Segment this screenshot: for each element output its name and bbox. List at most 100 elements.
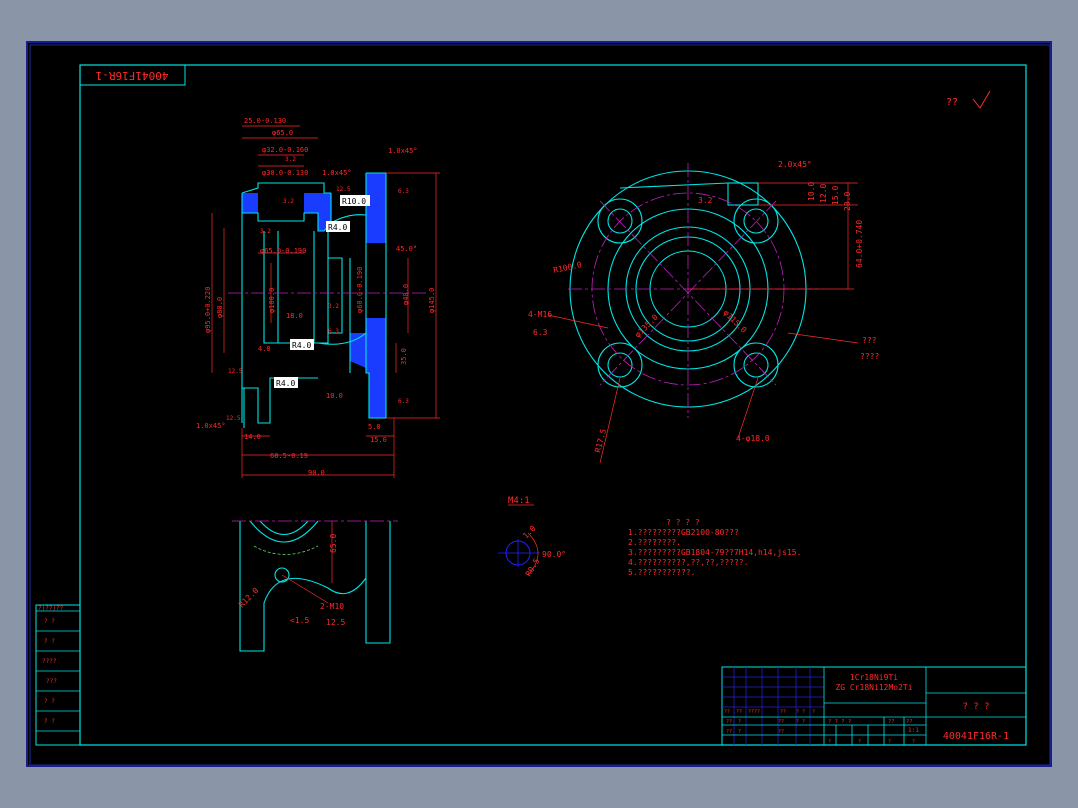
- top-edge: [619, 182, 729, 189]
- leader-note: [787, 332, 859, 344]
- dim-d16: R4.0: [276, 379, 295, 388]
- dim-d18: φ40.0: [402, 284, 410, 305]
- general-roughness-mark: ??: [946, 97, 958, 108]
- left-table-header: ?(??)??: [38, 605, 64, 612]
- bottom-view-arch: [249, 520, 319, 543]
- dim-d32: 15.0: [831, 186, 840, 205]
- leader-r175: [599, 377, 621, 464]
- bottom-view-left: [239, 521, 265, 652]
- dim-d30: 10.0: [807, 182, 816, 201]
- dim-d25: 10.0: [326, 392, 343, 400]
- material-1: 1Cr18Ni9Ti: [850, 673, 898, 682]
- bore-outline: [328, 257, 343, 334]
- bolt-hole-tr: [743, 208, 769, 234]
- roughness-r9: 6.3: [398, 398, 409, 405]
- body-left-outline: [241, 213, 318, 424]
- dim-d23: 68.5-0.19: [270, 452, 308, 460]
- roughness-r8: 6.3: [328, 328, 339, 335]
- drawing-sheet: 40041F16R-1 ?? 25.0-0.130 φ65.0 φ32.0-0.…: [26, 41, 1052, 767]
- dim-d17: φ60.0-0.190: [356, 267, 364, 313]
- note-5: 5.???????????.: [628, 568, 695, 577]
- dim-d1: 25.0-0.130: [244, 117, 286, 125]
- dim-d31: 12.0: [819, 184, 828, 203]
- sheet-row-0: ?: [828, 739, 831, 745]
- rotated-drawing-number: 40041F16R-1: [96, 69, 169, 82]
- notes-heading: ? ? ? ?: [666, 518, 700, 527]
- dim-d46: <1.5: [290, 616, 309, 625]
- outer-border: [29, 44, 1051, 766]
- roughness-r11: 6.3: [533, 328, 548, 337]
- bottom-view-arc-green: [253, 545, 319, 555]
- roughness-r4: 6.3: [398, 188, 409, 195]
- dim-d42: ????: [860, 352, 879, 361]
- dim-d49: 1.0: [521, 524, 538, 541]
- left-table-row-1: ? ?: [44, 638, 55, 645]
- sheet-row-1: ?: [858, 739, 861, 745]
- cad-drawing-canvas: 40041F16R-1 ?? 25.0-0.130 φ65.0 φ32.0-0.…: [29, 44, 1051, 766]
- dim-d10: φ95.0+0.220: [204, 287, 212, 333]
- scale-value: 1:1: [908, 727, 919, 734]
- dim-d13: 18.0: [286, 312, 303, 320]
- dim-d40: 4-φ18.0: [736, 434, 770, 443]
- technical-notes: ? ? ? ? 1.?????????GB2100-80??? 2.??????…: [628, 518, 801, 577]
- title-row2-1: ?: [738, 719, 741, 725]
- detail-view: M4:1 90.0° 1.0 R0.5: [498, 496, 566, 578]
- title-row2-2: ??: [778, 719, 784, 725]
- dim-d39: R17.5: [593, 428, 608, 454]
- left-table-row-5: ? ?: [44, 718, 55, 725]
- dim-d24: 90.0: [308, 469, 325, 477]
- dim-d27: 15.0: [370, 436, 387, 444]
- dim-d2: φ65.0: [272, 129, 293, 137]
- sheet-row-3: ?: [912, 739, 915, 745]
- roughness-r5: 3.2: [260, 228, 271, 235]
- title-row2-3: ? ?: [796, 719, 805, 725]
- title-row1-2: ????: [748, 709, 760, 715]
- dim-d41: ???: [862, 336, 877, 345]
- bottom-view: 65.0 R12.0 2-M10 <1.5 12.5: [232, 520, 398, 652]
- left-table-row-3: ???: [46, 678, 57, 685]
- dim-d12: φ100.0: [268, 288, 276, 313]
- roughness-r3: 3.2: [283, 198, 294, 205]
- dim-d7: R10.0: [342, 197, 366, 206]
- dim-d34: 64.0+0.740: [855, 220, 864, 268]
- dim-d26: 5.0: [368, 423, 381, 431]
- leader-m16: [547, 314, 609, 329]
- mass-label: ??: [888, 719, 895, 725]
- roughness-check-symbol: [972, 90, 991, 109]
- dim-d6: 1.0x45°: [388, 147, 418, 155]
- dim-d14: 4.0: [258, 345, 271, 353]
- title-row1-1: ??: [736, 709, 742, 715]
- title-row3-0: ??: [726, 729, 732, 735]
- left-table-row-4: ? ?: [44, 698, 55, 705]
- leader-holes: [737, 377, 759, 439]
- roughness-r10: 12.5: [226, 415, 241, 422]
- dim-d36: 4-M16: [528, 310, 552, 319]
- note-2: 2.????????.: [628, 538, 681, 547]
- material-2: ZG Cr18Ni12Mo2Ti: [835, 683, 912, 692]
- roughness-r7: 3.2: [328, 303, 339, 310]
- drawing-border: [79, 64, 1027, 746]
- dim-d11: φ80.0: [216, 297, 224, 318]
- title-row1-4: ? ?: [796, 709, 805, 715]
- stage-label: ? ? ? ?: [828, 719, 851, 725]
- dim-d15: R4.0: [292, 341, 311, 350]
- title-row3-1: ?: [738, 729, 741, 735]
- front-view: 2.0x45° 10.0 12.0 15.0 20.0 64.0+0.740 R…: [528, 160, 879, 464]
- note-1: 1.?????????GB2100-80???: [628, 528, 739, 537]
- port-boss: [727, 182, 759, 206]
- left-revision-table: ?(??)?? ? ? ? ? ???? ??? ? ? ? ?: [35, 604, 81, 746]
- dim-d29: 2.0x45°: [778, 160, 812, 169]
- dim-d3: φ32.0-0.160: [262, 146, 308, 154]
- dim-d22: 14.0: [244, 433, 261, 441]
- dim-d4: φ30.0-0.130: [262, 169, 308, 177]
- title-row1-0: ??: [724, 709, 730, 715]
- dim-d5: 1.0x45°: [322, 169, 352, 177]
- scale-label: ??: [906, 719, 913, 725]
- dim-d43: 65.0: [329, 534, 338, 553]
- roughness-r1: 3.2: [285, 156, 296, 163]
- dim-d45: 2-M10: [320, 602, 344, 611]
- dim-d19: φ145.0: [428, 288, 436, 313]
- dim-d21: 1.0x45°: [196, 422, 226, 430]
- bottom-view-right: [365, 521, 391, 644]
- title-row1-5: ?: [812, 709, 815, 715]
